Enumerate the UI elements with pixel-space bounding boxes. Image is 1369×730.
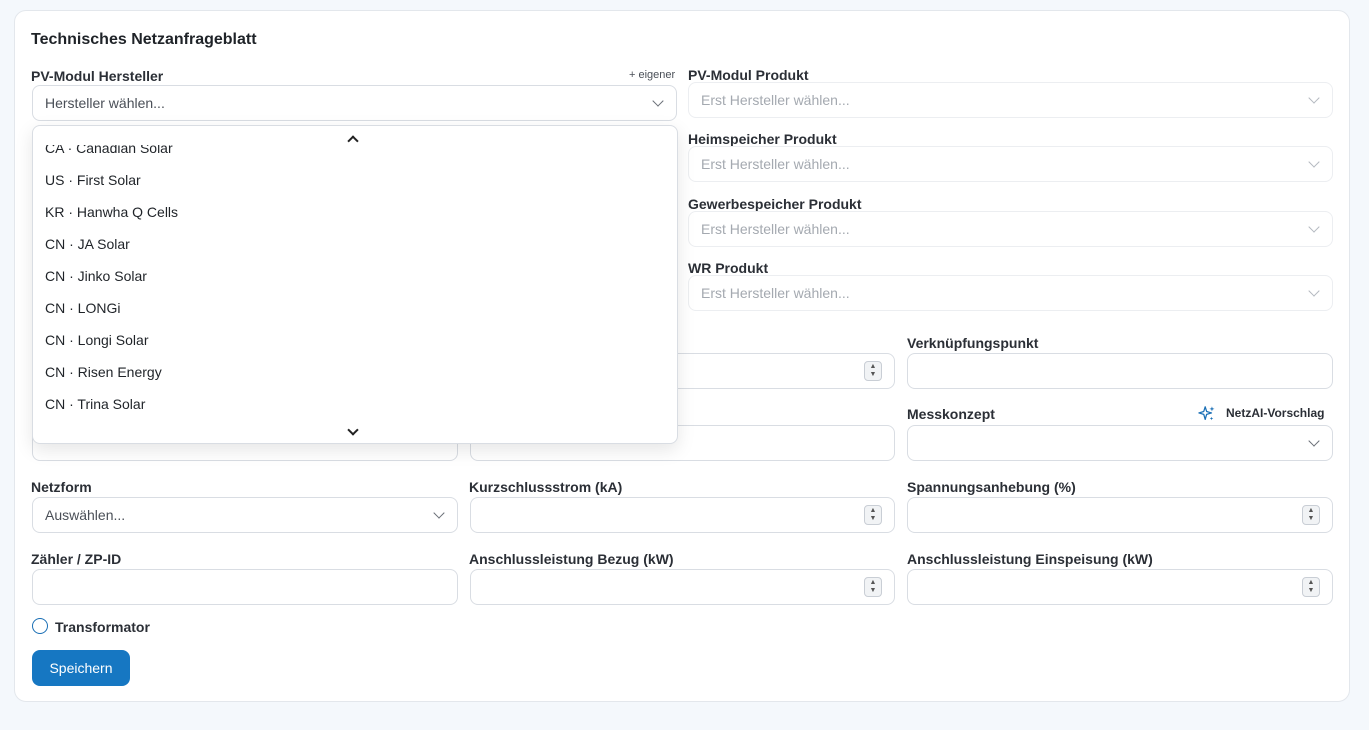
chevron-down-icon xyxy=(1308,156,1320,168)
anschluss-einspeisung-label: Anschlussleistung Einspeisung (kW) xyxy=(907,551,1153,567)
kurzschlussstrom-label: Kurzschlussstrom (kA) xyxy=(469,479,623,495)
messkonzept-select[interactable] xyxy=(907,425,1333,461)
pv-produkt-label: PV-Modul Produkt xyxy=(688,67,809,83)
scroll-up-icon[interactable] xyxy=(347,135,359,147)
pv-hersteller-placeholder: Hersteller wählen... xyxy=(45,95,165,111)
pv-hersteller-select[interactable]: Hersteller wählen... xyxy=(32,85,677,121)
chevron-down-icon xyxy=(1308,435,1320,447)
dropdown-item[interactable]: CN · Jinko Solar xyxy=(45,268,147,284)
dropdown-item[interactable]: US · First Solar xyxy=(45,172,141,188)
anschluss-bezug-label: Anschlussleistung Bezug (kW) xyxy=(469,551,674,567)
spannungsanhebung-label: Spannungsanhebung (%) xyxy=(907,479,1076,495)
dropdown-item[interactable]: CN · Trina Solar xyxy=(45,396,145,412)
dropdown-item[interactable]: CA · Canadian Solar xyxy=(45,145,173,156)
stepper-icon[interactable]: ▲ ▼ xyxy=(864,505,882,525)
netzform-label: Netzform xyxy=(31,479,92,495)
add-own-link[interactable]: + eigener xyxy=(629,69,675,81)
stepper-icon[interactable]: ▲ ▼ xyxy=(864,361,882,381)
stepper-icon[interactable]: ▲ ▼ xyxy=(864,577,882,597)
chevron-down-icon xyxy=(1308,221,1320,233)
heimspeicher-label: Heimspeicher Produkt xyxy=(688,131,837,147)
sparkle-icon[interactable] xyxy=(1198,405,1216,423)
pv-produkt-placeholder: Erst Hersteller wählen... xyxy=(701,92,850,108)
verknuepfungspunkt-input[interactable] xyxy=(907,353,1333,389)
dropdown-item[interactable]: CN · Risen Energy xyxy=(45,364,162,380)
anschluss-bezug-input[interactable]: ▲ ▼ xyxy=(470,569,895,605)
gewerbespeicher-placeholder: Erst Hersteller wählen... xyxy=(701,221,850,237)
verknuepfungspunkt-label: Verknüpfungspunkt xyxy=(907,335,1039,351)
chevron-down-icon xyxy=(1308,92,1320,104)
kurzschlussstrom-input[interactable]: ▲ ▼ xyxy=(470,497,895,533)
gewerbespeicher-select[interactable]: Erst Hersteller wählen... xyxy=(688,211,1333,247)
form-card: Technisches Netzanfrageblatt PV-Modul He… xyxy=(14,10,1350,702)
dropdown-item[interactable]: CN · LONGi xyxy=(45,300,120,316)
spannungsanhebung-input[interactable]: ▲ ▼ xyxy=(907,497,1333,533)
scroll-down-icon[interactable] xyxy=(347,424,359,436)
wr-produkt-label: WR Produkt xyxy=(688,260,769,276)
anschluss-einspeisung-input[interactable]: ▲ ▼ xyxy=(907,569,1333,605)
dropdown-item[interactable]: KR · Hanwha Q Cells xyxy=(45,204,178,220)
wr-produkt-placeholder: Erst Hersteller wählen... xyxy=(701,285,850,301)
transformator-radio[interactable] xyxy=(32,618,48,634)
dropdown-item[interactable]: CN · Longi Solar xyxy=(45,332,149,348)
page-title: Technisches Netzanfrageblatt xyxy=(31,31,257,48)
zaehler-label: Zähler / ZP-ID xyxy=(31,551,122,567)
netzform-placeholder: Auswählen... xyxy=(45,507,126,523)
netzform-select[interactable]: Auswählen... xyxy=(32,497,458,533)
transformator-label[interactable]: Transformator xyxy=(55,619,150,635)
pv-hersteller-label: PV-Modul Hersteller xyxy=(31,68,164,84)
netzai-suggest-button[interactable]: NetzAI-Vorschlag xyxy=(1226,406,1324,420)
save-button[interactable]: Speichern xyxy=(32,650,130,686)
stepper-icon[interactable]: ▲ ▼ xyxy=(1302,505,1320,525)
heimspeicher-select[interactable]: Erst Hersteller wählen... xyxy=(688,146,1333,182)
messkonzept-label: Messkonzept xyxy=(907,406,995,422)
zaehler-input[interactable] xyxy=(32,569,458,605)
chevron-down-icon xyxy=(652,95,664,107)
pv-hersteller-dropdown: CA · Canadian Solar US · First Solar KR … xyxy=(32,125,678,444)
dropdown-item[interactable]: CN · JA Solar xyxy=(45,236,130,252)
chevron-down-icon xyxy=(1308,285,1320,297)
pv-produkt-select[interactable]: Erst Hersteller wählen... xyxy=(688,82,1333,118)
chevron-down-icon xyxy=(433,507,445,519)
wr-produkt-select[interactable]: Erst Hersteller wählen... xyxy=(688,275,1333,311)
heimspeicher-placeholder: Erst Hersteller wählen... xyxy=(701,156,850,172)
stepper-icon[interactable]: ▲ ▼ xyxy=(1302,577,1320,597)
gewerbespeicher-label: Gewerbespeicher Produkt xyxy=(688,196,862,212)
